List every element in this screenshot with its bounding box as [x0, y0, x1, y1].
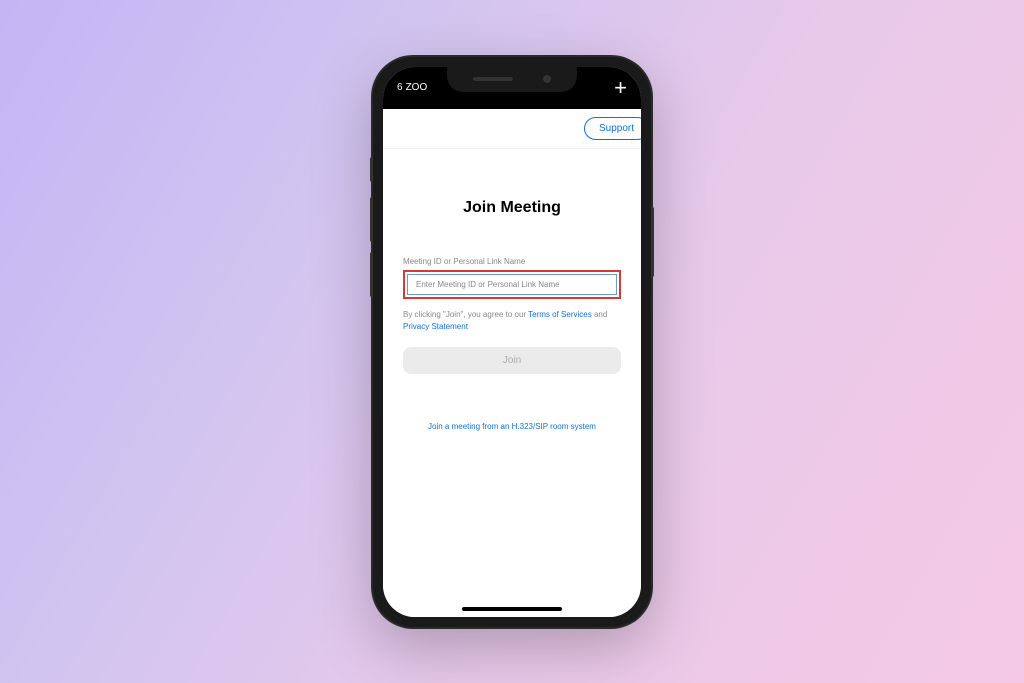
agreement-conjunction: and [592, 310, 608, 319]
volume-down-button [370, 252, 373, 297]
page-content: Support Join Meeting Meeting ID or Perso… [383, 109, 641, 617]
power-button [651, 207, 654, 277]
join-button[interactable]: Join [403, 347, 621, 374]
top-bar: Support [383, 109, 641, 149]
sip-link-container: Join a meeting from an H.323/SIP room sy… [403, 422, 621, 431]
support-button[interactable]: Support [584, 117, 641, 140]
browser-actions[interactable]: + [614, 77, 627, 99]
join-meeting-form: Join Meeting Meeting ID or Personal Link… [383, 149, 641, 431]
brand-text-partial: ZOO [406, 82, 428, 93]
privacy-link[interactable]: Privacy Statement [403, 322, 468, 331]
device-notch [447, 67, 577, 92]
home-indicator[interactable] [462, 607, 562, 611]
tab-count-partial: 6 [397, 82, 403, 93]
agreement-prefix: By clicking "Join", you agree to our [403, 310, 528, 319]
phone-screen: 6 ZOO + Support Join Meeting Meeting ID … [383, 67, 641, 617]
sip-room-link[interactable]: Join a meeting from an H.323/SIP room sy… [428, 422, 596, 431]
input-highlight-annotation [403, 270, 621, 299]
page-title: Join Meeting [403, 199, 621, 217]
terms-link[interactable]: Terms of Services [528, 310, 592, 319]
meeting-id-input[interactable] [407, 274, 617, 295]
agreement-notice: By clicking "Join", you agree to our Ter… [403, 309, 621, 333]
tab-info: 6 ZOO [397, 82, 427, 93]
mute-switch [370, 157, 373, 182]
volume-up-button [370, 197, 373, 242]
meeting-id-label: Meeting ID or Personal Link Name [403, 257, 621, 266]
phone-device-frame: 6 ZOO + Support Join Meeting Meeting ID … [373, 57, 651, 627]
new-tab-icon[interactable]: + [614, 77, 627, 99]
speaker-grille [473, 77, 513, 81]
front-camera [543, 75, 551, 83]
